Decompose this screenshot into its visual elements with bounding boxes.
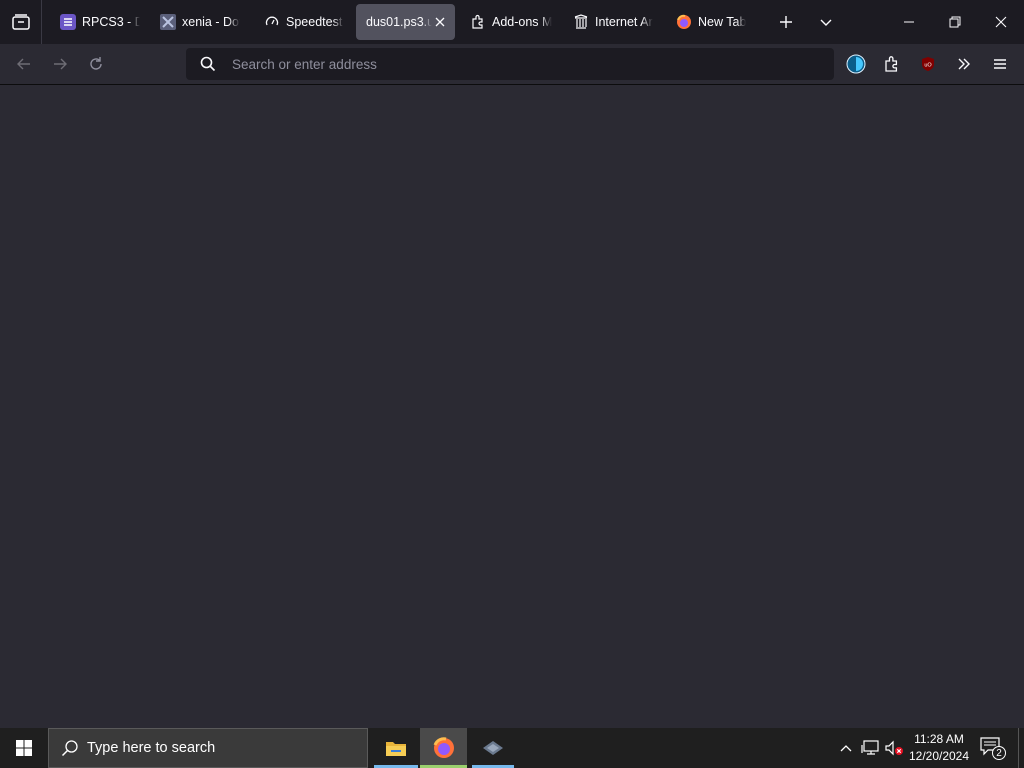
network-tray-icon[interactable] xyxy=(860,738,880,758)
extension-circle-icon xyxy=(846,54,866,74)
chevron-down-icon xyxy=(820,19,832,26)
firefox-icon xyxy=(433,737,454,758)
hamburger-menu-icon xyxy=(994,59,1006,69)
app-menu-button[interactable] xyxy=(984,48,1016,80)
double-chevron-right-icon xyxy=(958,58,970,70)
tab-title: RPCS3 - Download xyxy=(82,15,140,29)
search-placeholder: Type here to search xyxy=(87,740,216,756)
close-icon xyxy=(995,16,1007,28)
back-button[interactable] xyxy=(8,48,40,80)
svg-text:uO: uO xyxy=(924,63,932,69)
tab-title: Speedtest by Ookla xyxy=(286,15,344,29)
ublock-icon: uO xyxy=(922,57,934,71)
xenia-icon xyxy=(160,14,176,30)
puzzle-icon xyxy=(885,56,898,72)
ublock-origin-button[interactable]: uO xyxy=(912,48,944,80)
puzzle-icon xyxy=(470,14,486,30)
url-input[interactable] xyxy=(232,56,792,72)
taskbar-file-explorer[interactable] xyxy=(374,728,418,768)
speedtest-icon xyxy=(264,14,280,30)
notification-count-badge: 2 xyxy=(992,746,1006,760)
new-tab-button[interactable] xyxy=(770,6,802,38)
windows-taskbar: Type here to search 11:28 AM 12/20/2024 … xyxy=(0,728,1024,768)
firefox-view-button[interactable] xyxy=(0,0,42,44)
volume-muted-icon xyxy=(885,740,903,756)
tab-rpcs3[interactable]: RPCS3 - Download xyxy=(50,4,140,40)
more-tools-button[interactable] xyxy=(948,48,980,80)
tab-addons[interactable]: Add-ons Manager xyxy=(460,4,552,40)
close-icon[interactable] xyxy=(433,15,447,29)
chevron-up-icon xyxy=(840,745,852,752)
page-content xyxy=(0,85,1024,728)
forward-button[interactable] xyxy=(44,48,76,80)
tab-speedtest[interactable]: Speedtest by Ookla xyxy=(254,4,344,40)
tab-title: Add-ons Manager xyxy=(492,15,552,29)
close-window-button[interactable] xyxy=(978,0,1024,44)
rpcs3-icon xyxy=(60,14,76,30)
volume-tray-icon[interactable] xyxy=(884,738,904,758)
firefox-icon xyxy=(676,14,692,30)
tab-new-tab[interactable]: New Tab xyxy=(666,4,766,40)
minimize-icon xyxy=(904,21,914,23)
tab-title: New Tab xyxy=(698,15,747,29)
clock-time: 11:28 AM xyxy=(914,732,964,746)
address-bar[interactable] xyxy=(186,48,834,80)
minimize-button[interactable] xyxy=(886,0,932,44)
network-icon xyxy=(861,740,879,755)
restore-icon xyxy=(949,16,961,28)
extensions-button[interactable] xyxy=(876,48,908,80)
reload-icon xyxy=(90,57,102,70)
show-desktop-button[interactable] xyxy=(1018,728,1024,768)
file-explorer-icon xyxy=(386,742,406,756)
tab-title: xenia - Download xyxy=(182,15,240,29)
action-center-button[interactable]: 2 xyxy=(980,736,1006,760)
app-icon xyxy=(483,741,503,755)
search-icon xyxy=(200,56,216,72)
show-hidden-icons-button[interactable] xyxy=(836,738,856,758)
taskbar-search-box[interactable]: Type here to search xyxy=(48,728,368,768)
tab-internet-archive[interactable]: Internet Archive xyxy=(563,4,653,40)
windows-logo-icon xyxy=(16,740,32,756)
firefox-view-icon xyxy=(11,14,30,30)
search-icon xyxy=(61,740,78,757)
tab-title: Internet Archive xyxy=(595,15,653,29)
tab-title: dus01.ps3.update xyxy=(366,15,432,29)
back-arrow-icon xyxy=(17,58,30,70)
start-button[interactable] xyxy=(0,728,48,768)
navigation-toolbar: uO xyxy=(0,44,1024,85)
taskbar-firefox[interactable] xyxy=(420,728,467,768)
reload-button[interactable] xyxy=(80,48,112,80)
clock-date: 12/20/2024 xyxy=(908,749,970,763)
forward-arrow-icon xyxy=(54,58,67,70)
extension-button[interactable] xyxy=(840,48,872,80)
plus-icon xyxy=(780,16,792,28)
tab-dus01[interactable]: dus01.ps3.update xyxy=(356,4,455,40)
restore-button[interactable] xyxy=(932,0,978,44)
tab-strip: RPCS3 - Download xenia - Download Speedt… xyxy=(0,0,1024,44)
archive-icon xyxy=(573,14,589,30)
tab-xenia[interactable]: xenia - Download xyxy=(150,4,240,40)
system-clock[interactable]: 11:28 AM 12/20/2024 xyxy=(905,731,973,765)
taskbar-app[interactable] xyxy=(472,728,514,768)
list-all-tabs-button[interactable] xyxy=(810,6,842,38)
